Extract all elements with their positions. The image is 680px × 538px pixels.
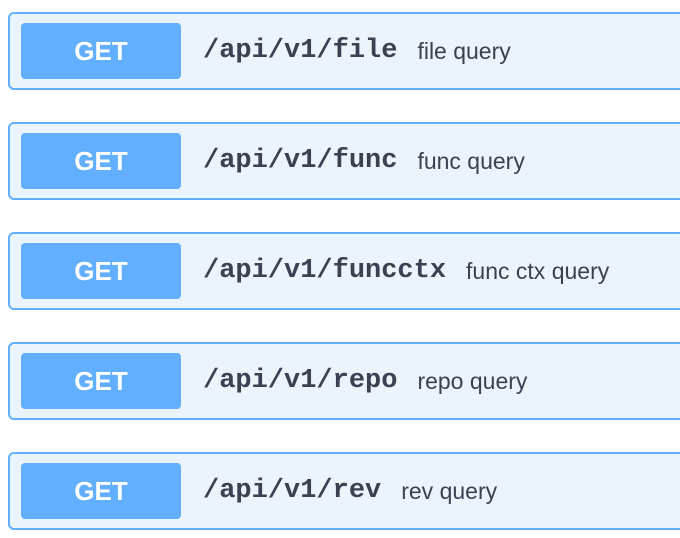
method-badge: GET [21, 353, 181, 409]
endpoint-summary: rev query [401, 477, 498, 504]
endpoint-summary: repo query [417, 367, 528, 394]
endpoint-row-funcctx[interactable]: GET /api/v1/funcctx func ctx query [8, 232, 680, 310]
endpoint-path: /api/v1/file [203, 36, 398, 66]
endpoint-summary: func query [417, 147, 525, 174]
endpoint-path: /api/v1/func [203, 146, 398, 176]
endpoint-row-file[interactable]: GET /api/v1/file file query [8, 12, 680, 90]
endpoint-summary: file query [417, 37, 511, 64]
endpoint-row-rev[interactable]: GET /api/v1/rev rev query [8, 452, 680, 530]
method-badge: GET [21, 23, 181, 79]
method-badge: GET [21, 133, 181, 189]
method-badge: GET [21, 243, 181, 299]
endpoint-path: /api/v1/rev [203, 476, 382, 506]
method-badge: GET [21, 463, 181, 519]
endpoint-row-func[interactable]: GET /api/v1/func func query [8, 122, 680, 200]
endpoint-path: /api/v1/repo [203, 366, 398, 396]
endpoint-list: GET /api/v1/file file query GET /api/v1/… [0, 0, 680, 538]
endpoint-summary: func ctx query [466, 257, 610, 284]
endpoint-row-repo[interactable]: GET /api/v1/repo repo query [8, 342, 680, 420]
endpoint-path: /api/v1/funcctx [203, 256, 447, 286]
